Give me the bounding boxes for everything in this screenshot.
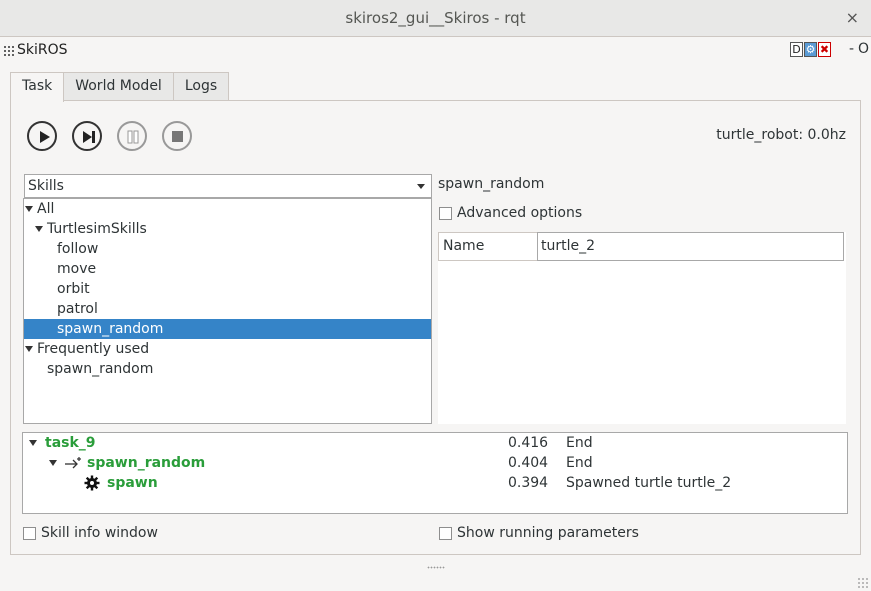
task-name: spawn xyxy=(107,475,158,491)
advanced-options-checkbox[interactable] xyxy=(439,207,452,220)
tab-task[interactable]: Task xyxy=(10,72,65,102)
tree-item-label: orbit xyxy=(57,281,90,297)
expand-arrow-icon[interactable] xyxy=(25,346,33,352)
tree-item-label: TurtlesimSkills xyxy=(47,221,147,237)
chevron-down-icon xyxy=(417,184,425,189)
task-message: End xyxy=(566,435,593,451)
expand-arrow-icon[interactable] xyxy=(29,440,37,446)
play-icon xyxy=(40,131,50,143)
expand-arrow-icon[interactable] xyxy=(25,206,33,212)
tab-bar: Task World Model Logs xyxy=(10,72,230,102)
splitter-handle[interactable] xyxy=(427,566,445,569)
skill-info-window-checkbox[interactable] xyxy=(23,527,36,540)
step-button[interactable] xyxy=(72,121,102,151)
float-plugin-button[interactable]: O xyxy=(858,41,869,57)
size-grip-icon[interactable] xyxy=(857,577,869,589)
task-time: 0.416 xyxy=(508,435,549,451)
expand-arrow-icon[interactable] xyxy=(49,460,57,466)
tree-item-turtlesimskills[interactable]: TurtlesimSkills xyxy=(24,219,431,239)
advanced-options-label: Advanced options xyxy=(457,205,583,221)
tree-item-label: follow xyxy=(57,241,99,257)
skills-tree[interactable]: All TurtlesimSkills follow move orbit pa… xyxy=(23,198,432,424)
tab-logs[interactable]: Logs xyxy=(172,72,230,101)
tree-item-all[interactable]: All xyxy=(24,199,431,219)
settings-button[interactable]: ⚙ xyxy=(804,42,817,57)
tab-world-model[interactable]: World Model xyxy=(63,72,174,101)
tree-item-move[interactable]: move xyxy=(24,259,431,279)
robot-status: turtle_robot: 0.0hz xyxy=(716,127,846,143)
show-running-parameters-label: Show running parameters xyxy=(457,525,639,541)
task-time: 0.394 xyxy=(508,475,549,491)
task-name: spawn_random xyxy=(87,455,206,471)
gear-icon xyxy=(84,475,100,491)
param-name-cell: Name xyxy=(438,232,538,261)
play-button[interactable] xyxy=(27,121,57,151)
drag-grip-icon[interactable] xyxy=(3,45,15,57)
params-table: Name turtle_2 xyxy=(438,232,846,424)
help-button[interactable]: D xyxy=(790,42,803,57)
window-title: skiros2_gui__Skiros - rqt xyxy=(345,9,526,27)
pause-button[interactable] xyxy=(117,121,147,151)
skills-combobox-value: Skills xyxy=(28,178,64,194)
task-message: End xyxy=(566,455,593,471)
tree-item-label: Frequently used xyxy=(37,341,150,357)
tree-item-spawn-random-frequent[interactable]: spawn_random xyxy=(24,359,431,379)
minimize-plugin-button[interactable]: - xyxy=(849,41,854,57)
expand-arrow-icon[interactable] xyxy=(35,226,43,232)
sequence-arrow-icon xyxy=(65,457,81,469)
skill-info-window-label: Skill info window xyxy=(41,525,158,541)
plugin-bar: SkiROS D ⚙ ✖ - O xyxy=(0,38,871,64)
task-row[interactable]: spawn 0.394 Spawned turtle turtle_2 xyxy=(23,473,847,493)
tree-item-spawn-random[interactable]: spawn_random xyxy=(24,319,431,339)
task-name: task_9 xyxy=(45,435,96,451)
param-value-input[interactable]: turtle_2 xyxy=(537,232,844,261)
stop-icon xyxy=(172,131,183,142)
tree-item-label: move xyxy=(57,261,97,277)
window-titlebar: skiros2_gui__Skiros - rqt × xyxy=(0,0,871,37)
task-message: Spawned turtle turtle_2 xyxy=(566,475,732,491)
selected-skill-name: spawn_random xyxy=(438,176,545,192)
pause-icon xyxy=(127,130,139,144)
plugin-buttons: D ⚙ ✖ xyxy=(790,42,831,57)
close-plugin-button[interactable]: ✖ xyxy=(818,42,831,57)
plugin-name: SkiROS xyxy=(17,42,68,58)
task-row[interactable]: task_9 0.416 End xyxy=(23,433,847,453)
stop-button[interactable] xyxy=(162,121,192,151)
tree-item-orbit[interactable]: orbit xyxy=(24,279,431,299)
tree-item-label: patrol xyxy=(57,301,98,317)
tree-item-patrol[interactable]: patrol xyxy=(24,299,431,319)
step-forward-icon xyxy=(83,131,95,143)
task-row[interactable]: spawn_random 0.404 End xyxy=(23,453,847,473)
tree-item-label: spawn_random xyxy=(47,361,154,377)
window-close-button[interactable]: × xyxy=(846,8,859,27)
tree-item-label: All xyxy=(37,201,55,217)
tree-item-label: spawn_random xyxy=(57,321,164,337)
task-time: 0.404 xyxy=(508,455,549,471)
task-panel: turtle_robot: 0.0hz Skills All Turtlesim… xyxy=(10,100,861,555)
skills-combobox[interactable]: Skills xyxy=(24,174,432,198)
tree-item-follow[interactable]: follow xyxy=(24,239,431,259)
tree-item-frequently-used[interactable]: Frequently used xyxy=(24,339,431,359)
show-running-parameters-checkbox[interactable] xyxy=(439,527,452,540)
task-tree[interactable]: task_9 0.416 End spawn_random 0.404 End xyxy=(22,432,848,514)
